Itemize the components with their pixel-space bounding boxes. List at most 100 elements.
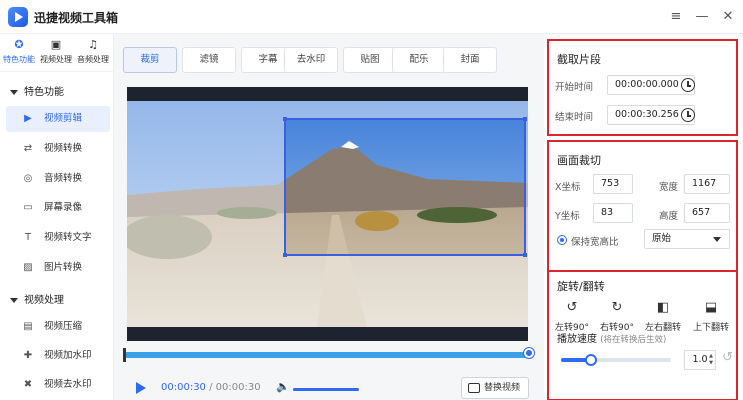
sidebar-item-video-convert[interactable]: ⇄ 视频转换 [6,136,110,162]
tab-crop[interactable]: 裁剪 [123,47,177,73]
rotate-left-button[interactable]: ↺ 左转90° [549,300,595,333]
tab-sticker[interactable]: 贴图 [343,47,397,73]
flip-vertical-label: 上下翻转 [692,323,729,333]
video-to-text-icon: T [24,232,32,243]
sidebar-item-label: 视频剪辑 [44,113,83,124]
settings-panel: 截取片段 开始时间 00:00:00.000 结束时间 00:00:30.256… [544,34,743,400]
flip-horizontal-button[interactable]: ◧ 左右翻转 [640,300,686,333]
nav-tab-label: 特色功能 [3,55,35,64]
keep-ratio-label: 保持宽高比 [571,237,619,248]
sidebar-item-label: 图片转换 [44,262,83,273]
compress-icon: ▤ [23,321,33,332]
speed-label: 播放速度 [557,334,597,345]
chevron-down-icon [713,237,721,242]
x-coord-input[interactable]: 753 [593,174,633,194]
flip-vertical-button[interactable]: ⬓ 上下翻转 [688,300,734,333]
remove-watermark-icon: ✖ [23,379,33,390]
menu-icon[interactable]: ≡ [667,8,685,26]
sidebar-item-remove-watermark[interactable]: ✖ 视频去水印 [6,372,110,398]
volume-icon[interactable]: 🔈 [276,380,290,393]
sidebar-item-label: 视频去水印 [44,379,92,390]
sidebar-item-label: 视频压缩 [44,321,83,332]
nav-tab-audio[interactable]: ♫ 音频处理 [75,38,111,65]
y-coord-input[interactable]: 83 [593,203,633,223]
sidebar-item-video-to-text[interactable]: T 视频转文字 [6,225,110,251]
timeline-bar[interactable] [124,352,531,358]
caret-down-icon [10,297,18,303]
app-title: 迅捷视频工具箱 [34,11,119,25]
caret-down-icon [10,89,18,95]
timeline-end-handle[interactable] [524,348,534,358]
rotate-title: 旋转/翻转 [557,280,605,293]
nav-tab-label: 视频处理 [40,55,72,64]
speed-slider-knob[interactable] [584,354,597,366]
volume-slider[interactable] [293,388,359,391]
video-preview[interactable] [127,87,528,341]
speed-slider[interactable] [561,354,671,366]
start-time-label: 开始时间 [555,82,594,93]
sidebar-item-screen-record[interactable]: ▭ 屏幕录像 [6,195,110,221]
tab-music[interactable]: 配乐 [392,47,446,73]
nav-tabs: ✪ 特色功能 ▣ 视频处理 ♫ 音频处理 [0,34,113,72]
section-featured[interactable]: 特色功能 [10,83,64,98]
rotate-left-icon: ↺ [566,300,578,315]
current-time: 00:00:30 [161,382,206,393]
tab-filter[interactable]: 滤镜 [182,47,236,73]
nav-tab-label: 音频处理 [77,55,109,64]
end-time-label: 结束时间 [555,112,594,123]
star-icon: ✪ [14,38,24,51]
speed-title: 播放速度 (将在转换后生效) [557,330,666,345]
replace-video-label: 替换视频 [484,383,521,393]
sidebar-item-video-edit[interactable]: ▶ 视频剪辑 [6,106,110,132]
sidebar-item-label: 音频转换 [44,173,83,184]
title-bar: 迅捷视频工具箱 ≡ — ✕ [0,0,743,34]
film-icon: ▣ [50,38,62,51]
section-video-processing[interactable]: 视频处理 [10,291,64,306]
flip-horizontal-icon: ◧ [656,300,670,315]
reset-icon[interactable]: ↺ [722,351,736,365]
video-convert-icon: ⇄ [23,143,33,154]
speed-value: 1.0 [692,354,708,365]
add-watermark-icon: ✚ [23,350,33,361]
ratio-select-value: 原始 [652,233,672,244]
sidebar-item-add-watermark[interactable]: ✚ 视频加水印 [6,343,110,369]
speed-input[interactable]: 1.0 ▲ ▼ [684,350,716,370]
app-logo-icon [8,7,28,27]
left-nav: ✪ 特色功能 ▣ 视频处理 ♫ 音频处理 特色功能 ▶ 视频剪辑 ⇄ 视频转换 ◎ 音… [0,34,114,400]
close-icon[interactable]: ✕ [719,8,737,26]
sidebar-item-compress[interactable]: ▤ 视频压缩 [6,314,110,340]
nav-tab-video[interactable]: ▣ 视频处理 [38,38,74,65]
minimize-icon[interactable]: — [693,8,711,26]
nav-tab-featured[interactable]: ✪ 特色功能 [1,38,37,65]
clip-section: 截取片段 开始时间 00:00:00.000 结束时间 00:00:30.256 [547,39,738,136]
editor-area: 裁剪 滤镜 字幕 去水印 贴图 配乐 封面 00:00:30 / 00:00:3… [114,34,544,400]
section-label: 特色功能 [24,87,64,98]
sidebar-item-label: 视频转文字 [44,232,92,243]
sidebar-item-image-convert[interactable]: ▨ 图片转换 [6,255,110,281]
rotate-right-icon: ↻ [611,300,623,315]
timeline-start-handle[interactable] [123,348,126,362]
height-label: 高度 [659,211,679,222]
image-convert-icon: ▨ [23,262,33,273]
ratio-select[interactable]: 原始 [644,229,730,249]
tab-remove-watermark[interactable]: 去水印 [284,47,338,73]
flip-vertical-icon: ⬓ [704,300,718,315]
tab-cover[interactable]: 封面 [443,47,497,73]
replace-video-icon [468,383,480,393]
rotate-right-button[interactable]: ↻ 右转90° [594,300,640,333]
keep-ratio-radio[interactable] [557,235,567,245]
sidebar-item-audio-convert[interactable]: ◎ 音频转换 [6,166,110,192]
end-time-clock-icon[interactable] [681,108,695,122]
time-display: 00:00:30 / 00:00:30 [161,382,261,393]
screen-record-icon: ▭ [23,202,33,213]
music-icon: ♫ [88,38,98,51]
x-coord-label: X坐标 [555,182,581,193]
width-input[interactable]: 1167 [684,174,730,194]
start-time-clock-icon[interactable] [681,78,695,92]
height-input[interactable]: 657 [684,203,730,223]
replace-video-button[interactable]: 替换视频 [461,377,529,399]
clip-title: 截取片段 [557,53,601,66]
spinner-icon[interactable]: ▲ ▼ [709,353,713,367]
rotate-section: 旋转/翻转 ↺ 左转90° ↻ 右转90° ◧ 左右翻转 ⬓ 上下翻转 播放速度 (将在… [547,270,738,400]
play-icon[interactable] [136,382,146,394]
